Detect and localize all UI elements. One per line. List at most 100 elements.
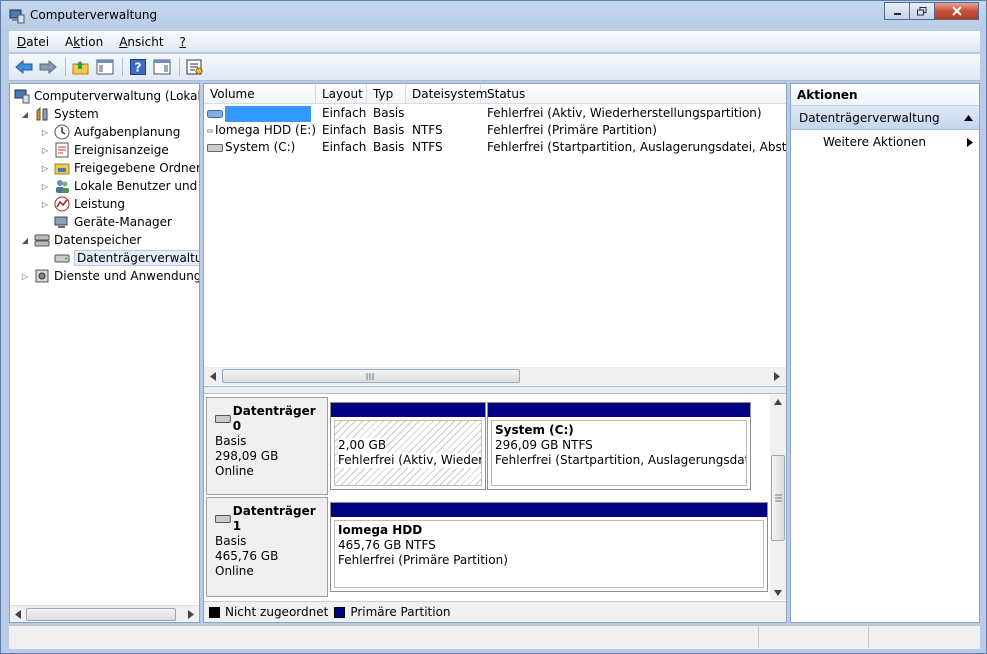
tree-item[interactable]: Geräte-Manager [40, 213, 172, 231]
tree-item[interactable]: ▷ Ereignisanzeige [40, 141, 169, 159]
menu-action[interactable]: Aktion [57, 35, 111, 49]
status-cell-main [9, 626, 759, 648]
volume-cell: System (C:) [204, 139, 316, 156]
collapsed-triangle-icon[interactable]: ▷ [40, 182, 50, 191]
properties-icon [186, 59, 203, 75]
table-row[interactable]: Iomega HDD (E:) Einfach Basis NTFS Fehle… [204, 122, 786, 139]
tree-item[interactable]: ▷ Leistung [40, 195, 125, 213]
shared-folders-icon [54, 163, 70, 175]
partition-bar [331, 503, 767, 517]
partition-status: Fehlerfrei (Aktiv, Wiederherstellungspar… [338, 453, 481, 468]
folder-up-icon [72, 61, 89, 75]
menu-bar: Datei Aktion Ansicht ? [9, 31, 980, 53]
status-cell: Fehlerfrei (Aktiv, Wiederherstellungspar… [487, 106, 762, 120]
forward-button[interactable] [37, 56, 59, 78]
help-button[interactable]: ? [127, 56, 149, 78]
partition-title: Iomega HDD [338, 523, 423, 537]
window-title: Computerverwaltung [30, 8, 158, 22]
scroll-left-icon[interactable] [14, 610, 22, 619]
minimize-button[interactable] [884, 2, 910, 20]
up-one-level-button[interactable] [70, 56, 92, 78]
disk-graphical-view[interactable]: Datenträger 0 Basis 298,09 GB Online 2,0… [204, 395, 770, 600]
disk-view-vertical-scrollbar[interactable] [770, 395, 786, 600]
close-button[interactable] [934, 2, 979, 20]
volume-cell [204, 105, 316, 122]
submenu-arrow-icon [967, 138, 973, 147]
partition-bar [488, 403, 750, 417]
disk-0-name-row: Datenträger 0 [215, 404, 327, 434]
toolbar-separator [179, 58, 180, 76]
status-cell-secondary [759, 626, 869, 648]
tree-item[interactable]: ◢ Datenspeicher [20, 231, 141, 249]
back-button[interactable] [13, 56, 35, 78]
layout-cell: Einfach [322, 140, 367, 154]
expanded-triangle-icon[interactable]: ◢ [20, 236, 30, 245]
grip-icon [366, 373, 374, 380]
partition-size: 465,76 GB NTFS [338, 538, 436, 552]
volume-list-hscroll-thumb[interactable] [222, 369, 520, 383]
partition-recovery[interactable]: 2,00 GB Fehlerfrei (Aktiv, Wiederherstel… [330, 402, 486, 490]
tree-horizontal-scrollbar[interactable] [10, 605, 199, 622]
forward-arrow-icon [39, 59, 57, 75]
volume-cell: Iomega HDD (E:) [204, 122, 316, 139]
toolbar-separator [65, 58, 66, 76]
volume-list-horizontal-scrollbar[interactable] [204, 367, 786, 385]
menu-file[interactable]: Datei [9, 35, 57, 49]
pane-splitter[interactable] [204, 386, 786, 394]
title-bar[interactable]: Computerverwaltung [1, 1, 986, 29]
tree-item[interactable]: ▷ Lokale Benutzer und Gruppen [40, 177, 199, 195]
task-scheduler-icon [54, 124, 70, 140]
scroll-right-icon[interactable] [187, 610, 195, 619]
menu-view[interactable]: Ansicht [111, 35, 171, 49]
column-header-volume[interactable]: Volume [204, 84, 316, 104]
scroll-right-icon[interactable] [773, 372, 781, 381]
column-header-status[interactable]: Status [481, 84, 786, 104]
scroll-up-icon[interactable] [774, 399, 782, 405]
collapsed-triangle-icon[interactable]: ▷ [40, 146, 50, 155]
scroll-left-icon[interactable] [209, 372, 217, 381]
show-hide-tree-button[interactable] [94, 56, 116, 78]
collapsed-triangle-icon[interactable]: ▷ [20, 272, 30, 281]
services-icon [35, 269, 49, 283]
layout-cell: Einfach [322, 123, 367, 137]
collapsed-triangle-icon[interactable]: ▷ [40, 164, 50, 173]
action-more-actions[interactable]: Weitere Aktionen [791, 130, 979, 154]
disk-view-vscroll-thumb[interactable] [771, 455, 785, 541]
partition-system-c[interactable]: System (C:) 296,09 GB NTFS Fehlerfrei (S… [487, 402, 751, 490]
column-header-layout[interactable]: Layout [316, 84, 367, 104]
legend-label-primary: Primäre Partition [350, 605, 451, 619]
console-tree[interactable]: Computerverwaltung (Lokal) ◢ System ▷ Aufgab… [9, 83, 200, 623]
layout-cell: Einfach [322, 106, 367, 120]
maximize-button[interactable] [909, 2, 935, 20]
disk-0-label[interactable]: Datenträger 0 Basis 298,09 GB Online [206, 397, 328, 495]
window-controls [884, 2, 979, 20]
column-header-type[interactable]: Typ [367, 84, 406, 104]
toolbar: ? [9, 54, 980, 81]
drive-icon [207, 143, 223, 152]
expanded-triangle-icon[interactable]: ◢ [20, 110, 30, 119]
disk-1-label[interactable]: Datenträger 1 Basis 465,76 GB Online [206, 497, 328, 597]
tree-item[interactable]: ▷ Dienste und Anwendungen [20, 267, 199, 285]
column-header-filesystem[interactable]: Dateisystem [406, 84, 487, 104]
tree-item[interactable]: ▷ Freigegebene Ordner [40, 159, 199, 177]
partition-status: Fehlerfrei (Startpartition, Auslagerungs… [495, 453, 746, 467]
partition-iomega-hdd[interactable]: Iomega HDD 465,76 GB NTFS Fehlerfrei (Pr… [330, 502, 768, 592]
scroll-down-icon[interactable] [774, 590, 782, 596]
collapsed-triangle-icon[interactable]: ▷ [40, 200, 50, 209]
tree-item-label: System [54, 107, 99, 121]
show-action-pane-button[interactable] [151, 56, 173, 78]
table-row[interactable]: Einfach Basis Fehlerfrei (Aktiv, Wiederh… [204, 105, 786, 122]
collapse-up-icon[interactable] [964, 115, 973, 121]
tree-hscroll-thumb[interactable] [26, 608, 176, 621]
table-row[interactable]: System (C:) Einfach Basis NTFS Fehlerfre… [204, 139, 786, 156]
storage-icon [34, 234, 50, 247]
tree-item[interactable]: Computerverwaltung (Lokal) [14, 87, 199, 105]
collapsed-triangle-icon[interactable]: ▷ [40, 128, 50, 137]
properties-button[interactable] [184, 56, 206, 78]
disk-management-icon [54, 254, 70, 263]
tree-item[interactable]: Datenträgerverwaltung [40, 249, 199, 267]
tree-item[interactable]: ▷ Aufgabenplanung [40, 123, 180, 141]
menu-help[interactable]: ? [172, 35, 194, 49]
actions-section-disk-management[interactable]: Datenträgerverwaltung [791, 106, 979, 130]
tree-item[interactable]: ◢ System [20, 105, 99, 123]
